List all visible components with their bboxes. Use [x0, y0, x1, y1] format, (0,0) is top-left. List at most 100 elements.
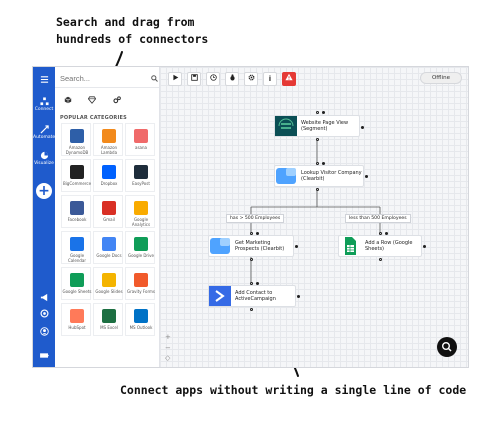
port-in[interactable]: [379, 258, 382, 261]
node-google-sheets[interactable]: Add a Row (Google Sheets): [338, 235, 422, 257]
port-out[interactable]: [322, 111, 325, 114]
connector-logo-icon: [70, 165, 84, 179]
connector-tile[interactable]: Amazon DynamoDB: [61, 123, 91, 156]
connector-tile[interactable]: asana: [125, 123, 155, 156]
search-icon: [441, 341, 452, 352]
left-rail: Connect Automate Visualize +: [33, 67, 55, 367]
port-out[interactable]: [297, 295, 300, 298]
connector-logo-icon: [70, 129, 84, 143]
port-out[interactable]: [385, 232, 388, 235]
rail-item-automate[interactable]: Automate: [33, 125, 55, 140]
search-icon[interactable]: [151, 75, 158, 82]
port-in[interactable]: [379, 232, 382, 235]
port-out[interactable]: [256, 232, 259, 235]
node-activecampaign[interactable]: Add Contact to ActiveCampaign: [208, 285, 296, 307]
add-button[interactable]: +: [36, 183, 52, 199]
connector-tile[interactable]: Dropbox: [93, 159, 123, 192]
rail-announcements[interactable]: [33, 293, 55, 302]
connector-name: BigCommerce: [62, 181, 92, 186]
connector-name: Google Calendar: [68, 253, 86, 263]
connector-logo-icon: [70, 201, 84, 215]
port-in[interactable]: [316, 138, 319, 141]
node-google-sheets-label: Add a Row (Google Sheets): [365, 240, 413, 252]
gears-icon[interactable]: [113, 96, 121, 104]
rail-item-visualize[interactable]: Visualize: [33, 151, 55, 166]
connector-logo-icon: [70, 309, 84, 323]
connector-logo-icon: [70, 237, 84, 251]
port-out[interactable]: [256, 282, 259, 285]
fit-view-button[interactable]: ◇: [165, 354, 170, 362]
activecampaign-icon: [209, 286, 231, 306]
connector-tile[interactable]: Gravity Forms: [125, 267, 155, 300]
node-segment[interactable]: Website Page View (Segment): [274, 115, 360, 137]
connector-tile[interactable]: Google Calendar: [61, 231, 91, 264]
port-in[interactable]: [250, 232, 253, 235]
user-icon: [39, 327, 49, 336]
rail-battery: [33, 351, 55, 360]
connector-tile[interactable]: Gmail: [93, 195, 123, 228]
connector-name: Gmail: [103, 217, 115, 222]
connector-name: Facebook: [67, 217, 87, 222]
app-window: Connect Automate Visualize + POPU: [32, 66, 469, 368]
condition-large-company[interactable]: has > 500 Employees: [226, 214, 285, 223]
connector-tile[interactable]: Google Docs: [93, 231, 123, 264]
google-sheets-icon: [345, 237, 356, 255]
connector-tile[interactable]: Google Slides: [93, 267, 123, 300]
connector-logo-icon: [134, 129, 148, 143]
port-out[interactable]: [423, 245, 426, 248]
diamond-icon[interactable]: [88, 96, 96, 104]
connector-logo-icon: [102, 237, 116, 251]
search-input[interactable]: [58, 71, 156, 85]
port-in[interactable]: [250, 282, 253, 285]
connector-logo-icon: [134, 309, 148, 323]
connector-logo-icon: [134, 273, 148, 287]
connector-tile[interactable]: MS Outlook: [125, 303, 155, 336]
connector-tile[interactable]: Google Sheets: [61, 267, 92, 300]
workflow-canvas[interactable]: i Offline Website Page View (Segment) Lo…: [160, 67, 468, 367]
canvas-search-button[interactable]: [437, 337, 457, 357]
connector-logo-icon: [102, 309, 116, 323]
connector-name: Google Docs: [96, 253, 122, 258]
connector-tile[interactable]: Google Analytics: [125, 195, 155, 228]
node-clearbit-lookup[interactable]: Lookup Visitor Company (Clearbit): [274, 165, 364, 187]
port-out[interactable]: [365, 175, 368, 178]
zoom-in-button[interactable]: +: [165, 333, 171, 341]
connector-tile[interactable]: MS Excel: [93, 303, 123, 336]
connector-name: Google Sheets: [62, 289, 92, 294]
megaphone-icon: [40, 293, 47, 302]
port-out[interactable]: [295, 245, 298, 248]
connector-tile[interactable]: BigCommerce: [61, 159, 91, 192]
battery-icon: [39, 353, 49, 358]
bottom-caption: Connect apps without writing a single li…: [120, 383, 467, 397]
port-in[interactable]: [316, 162, 319, 165]
node-activecampaign-label: Add Contact to ActiveCampaign: [235, 290, 276, 302]
connector-tile[interactable]: Google Drive: [125, 231, 155, 264]
node-segment-label: Website Page View (Segment): [301, 120, 349, 132]
connector-tile[interactable]: HubSpot: [61, 303, 91, 336]
connector-logo-icon: [134, 165, 148, 179]
connector-logo-icon: [134, 201, 148, 215]
port-out[interactable]: [322, 162, 325, 165]
connector-logo-icon: [102, 273, 116, 287]
port-in[interactable]: [250, 308, 253, 311]
connector-logo-icon: [102, 129, 116, 143]
port-in[interactable]: [250, 258, 253, 261]
menu-button[interactable]: [33, 75, 55, 84]
port-in[interactable]: [316, 111, 319, 114]
rail-account[interactable]: [33, 327, 55, 336]
zoom-out-button[interactable]: −: [165, 344, 171, 352]
rail-help[interactable]: [33, 309, 55, 318]
connector-name: Google Drive: [127, 253, 155, 258]
port-in[interactable]: [316, 188, 319, 191]
connector-tile[interactable]: Amazon Lambda: [93, 123, 123, 156]
connector-tile[interactable]: Facebook: [61, 195, 91, 228]
connector-name: Google Analytics: [131, 217, 151, 227]
clearbit-logo-icon: [276, 168, 296, 184]
rail-item-connect[interactable]: Connect: [33, 97, 55, 112]
node-clearbit-prospects[interactable]: Get Marketing Prospects (Clearbit): [208, 235, 294, 257]
segment-logo-icon: [275, 116, 297, 136]
cube-icon[interactable]: [64, 96, 72, 104]
condition-small-company[interactable]: less than 500 Employees: [345, 214, 411, 223]
port-out[interactable]: [361, 126, 364, 129]
connector-tile[interactable]: EasyPost: [125, 159, 155, 192]
